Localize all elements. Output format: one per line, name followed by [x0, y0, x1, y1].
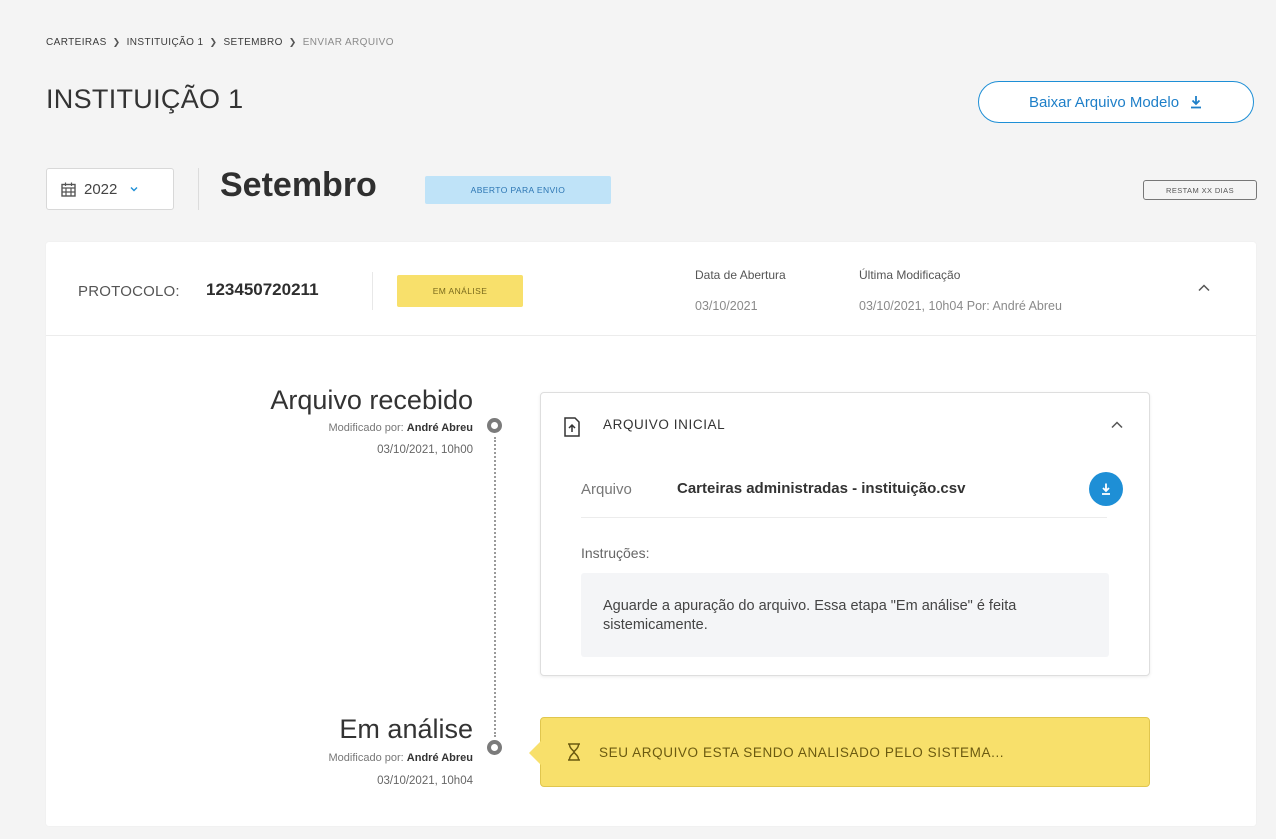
breadcrumb-separator-icon: ❯ — [288, 37, 297, 47]
hourglass-icon — [568, 743, 580, 761]
opening-date-label: Data de Abertura — [695, 268, 786, 282]
modified-by-label: Modificado por: — [328, 752, 404, 764]
divider — [198, 168, 199, 210]
breadcrumb-item-instituicao[interactable]: INSTITUIÇÃO 1 — [127, 37, 204, 48]
protocol-label: PROTOCOLO: — [78, 283, 180, 300]
status-badge-open: ABERTO PARA ENVIO — [425, 176, 611, 204]
step-title: Arquivo recebido — [270, 385, 473, 415]
breadcrumb-item-carteiras[interactable]: CARTEIRAS — [46, 37, 107, 48]
modified-by-label: Modificado por: — [328, 422, 404, 434]
chevron-up-icon[interactable] — [1109, 417, 1125, 433]
month-title: Setembro — [220, 166, 377, 204]
download-model-button[interactable]: Baixar Arquivo Modelo — [978, 81, 1254, 123]
download-icon — [1191, 96, 1202, 109]
last-modified-label: Última Modificação — [859, 268, 961, 282]
timeline-dot — [487, 418, 502, 433]
file-card: ARQUIVO INICIAL Arquivo Carteiras admini… — [540, 392, 1150, 676]
divider — [581, 517, 1107, 518]
timeline-connector — [494, 437, 496, 737]
year-select[interactable]: 2022 — [46, 168, 174, 210]
step-title: Em análise — [339, 714, 473, 744]
protocol-card: PROTOCOLO: 123450720211 EM ANÁLISE Data … — [46, 242, 1256, 826]
breadcrumb-separator-icon: ❯ — [209, 37, 218, 47]
download-icon — [1102, 483, 1110, 495]
year-value: 2022 — [84, 180, 118, 198]
file-card-title: ARQUIVO INICIAL — [603, 417, 726, 432]
status-badge-analysis: EM ANÁLISE — [397, 275, 523, 307]
calendar-icon — [61, 182, 76, 197]
breadcrumb-separator-icon: ❯ — [112, 37, 121, 47]
analysis-status-banner: SEU ARQUIVO ESTA SENDO ANALISADO PELO SI… — [529, 717, 1150, 787]
timeline-dot — [487, 740, 502, 755]
file-download-button[interactable] — [1089, 472, 1123, 506]
page-title: INSTITUIÇÃO 1 — [46, 84, 244, 114]
step-modified-by: Modificado por: André Abreu — [329, 422, 474, 434]
step-datetime: 03/10/2021, 10h00 — [377, 444, 473, 456]
instructions-label: Instruções: — [581, 545, 650, 561]
file-name: Carteiras administradas - instituição.cs… — [677, 480, 966, 497]
opening-date-value: 03/10/2021 — [695, 299, 758, 313]
protocol-header: PROTOCOLO: 123450720211 EM ANÁLISE Data … — [46, 242, 1256, 336]
chevron-down-icon — [130, 187, 138, 192]
modified-by-user: André Abreu — [406, 422, 473, 434]
instructions-text: Aguarde a apuração do arquivo. Essa etap… — [581, 573, 1109, 657]
step-datetime: 03/10/2021, 10h04 — [377, 775, 473, 787]
file-label: Arquivo — [581, 481, 632, 498]
modified-by-user: André Abreu — [406, 752, 473, 764]
download-model-button-label: Baixar Arquivo Modelo — [1028, 93, 1180, 111]
step-modified-by: Modificado por: André Abreu — [329, 752, 474, 764]
divider — [372, 272, 373, 310]
chevron-up-icon[interactable] — [1196, 280, 1212, 296]
analysis-banner-text: SEU ARQUIVO ESTA SENDO ANALISADO PELO SI… — [599, 744, 1005, 760]
breadcrumb: CARTEIRAS ❯ INSTITUIÇÃO 1 ❯ SETEMBRO ❯ E… — [46, 37, 394, 48]
last-modified-value: 03/10/2021, 10h04 Por: André Abreu — [859, 299, 1062, 313]
protocol-number: 123450720211 — [206, 280, 319, 299]
breadcrumb-current: ENVIAR ARQUIVO — [302, 37, 394, 48]
days-left-badge: RESTAM XX DIAS — [1143, 180, 1257, 200]
file-upload-icon — [564, 417, 580, 437]
breadcrumb-item-setembro[interactable]: SETEMBRO — [223, 37, 282, 48]
